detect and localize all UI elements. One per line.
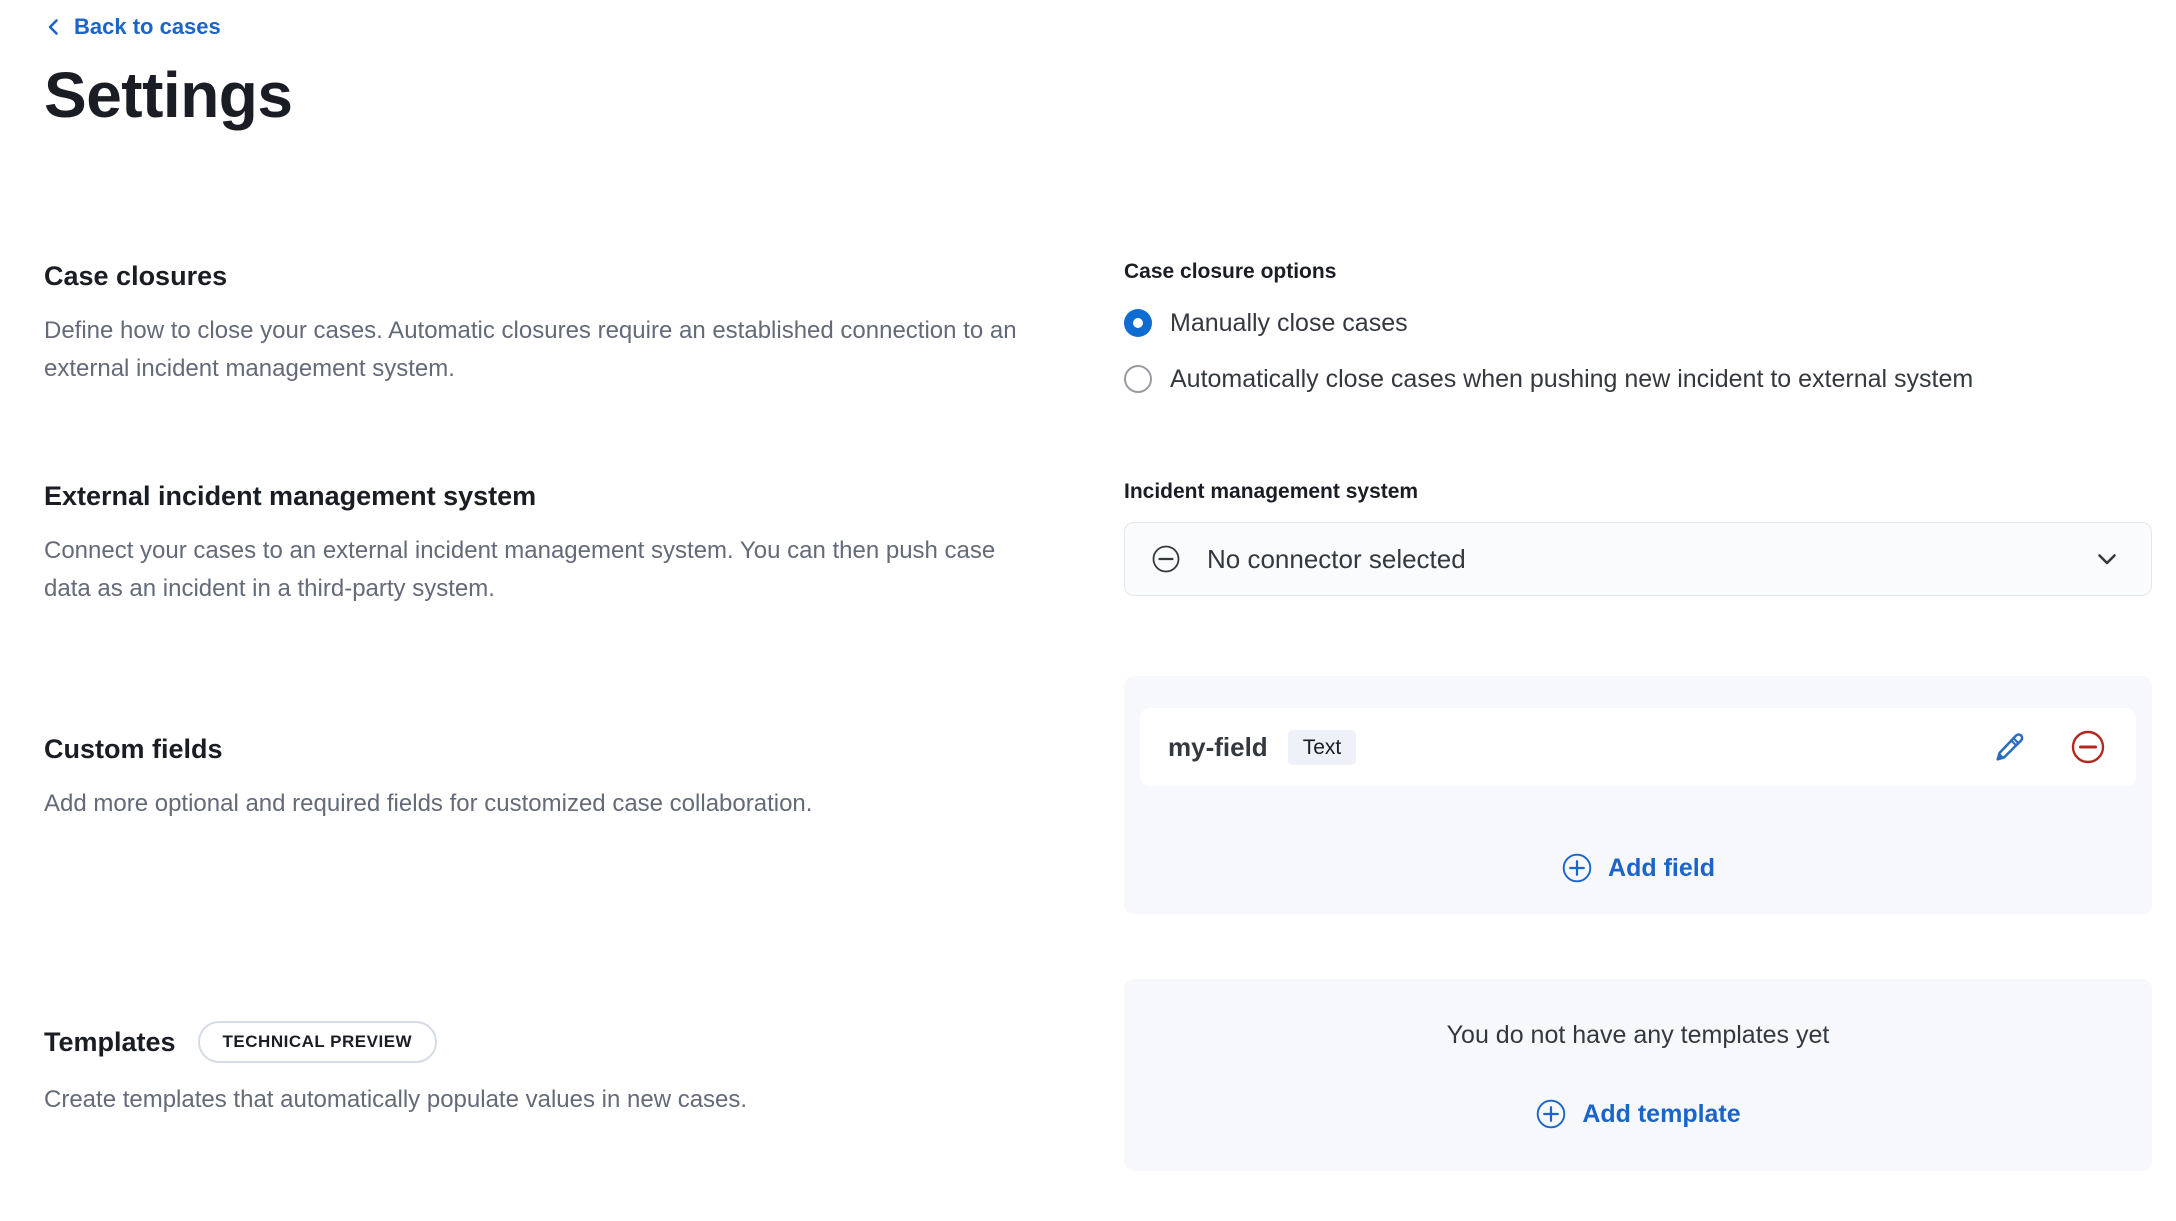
custom-fields-panel: my-field Text: [1124, 676, 2152, 914]
chevron-down-icon: [2093, 545, 2121, 573]
section-custom-fields: Custom fields Add more optional and requ…: [44, 676, 2152, 914]
case-closures-heading: Case closures: [44, 258, 1044, 294]
back-to-cases-link[interactable]: Back to cases: [44, 12, 221, 42]
custom-field-row: my-field Text: [1140, 708, 2136, 786]
templates-heading-row: Templates TECHNICAL PREVIEW: [44, 1021, 1044, 1063]
external-system-description-column: External incident management system Conn…: [44, 478, 1124, 608]
section-templates: Templates TECHNICAL PREVIEW Create templ…: [44, 979, 2152, 1171]
cases-settings-page: Back to cases Settings Case closures Def…: [0, 0, 2176, 1221]
radio-manually-close-cases[interactable]: Manually close cases: [1124, 304, 2152, 342]
connector-select[interactable]: No connector selected: [1124, 522, 2152, 596]
templates-heading: Templates: [44, 1024, 176, 1060]
case-closure-options-group: Case closure options Manually close case…: [1124, 258, 2152, 398]
external-system-heading: External incident management system: [44, 478, 1044, 514]
radio-label: Automatically close cases when pushing n…: [1170, 362, 1973, 396]
connector-select-value: No connector selected: [1207, 544, 1466, 575]
case-closures-description: Define how to close your cases. Automati…: [44, 312, 1044, 388]
radio-label: Manually close cases: [1170, 306, 1408, 340]
minus-in-circle-icon: [1151, 544, 1181, 574]
incident-system-field: Incident management system No connector …: [1124, 478, 2152, 596]
add-field-button[interactable]: Add field: [1555, 850, 1721, 886]
radio-automatically-close-cases[interactable]: Automatically close cases when pushing n…: [1124, 360, 2152, 398]
external-system-description: Connect your cases to an external incide…: [44, 532, 1044, 608]
radio-selected-icon[interactable]: [1124, 309, 1152, 337]
custom-fields-description-column: Custom fields Add more optional and requ…: [44, 676, 1124, 823]
custom-fields-description: Add more optional and required fields fo…: [44, 785, 1044, 823]
section-case-closures: Case closures Define how to close your c…: [44, 258, 2152, 398]
add-field-label: Add field: [1608, 851, 1715, 885]
add-template-button[interactable]: Add template: [1529, 1096, 1746, 1132]
templates-panel: You do not have any templates yet Add te…: [1124, 979, 2152, 1171]
pencil-icon: [1994, 731, 2026, 763]
delete-field-button[interactable]: [2070, 729, 2106, 765]
templates-description-column: Templates TECHNICAL PREVIEW Create templ…: [44, 979, 1124, 1119]
section-external-incident-system: External incident management system Conn…: [44, 478, 2152, 608]
back-link-label: Back to cases: [74, 12, 221, 42]
page-title: Settings: [44, 58, 2152, 132]
plus-in-circle-icon: [1561, 852, 1593, 884]
minus-in-circle-icon: [2070, 729, 2106, 765]
custom-field-actions: [1994, 729, 2106, 765]
plus-in-circle-icon: [1535, 1098, 1567, 1130]
radio-unselected-icon[interactable]: [1124, 365, 1152, 393]
technical-preview-badge: TECHNICAL PREVIEW: [198, 1021, 438, 1063]
add-field-row: Add field: [1140, 850, 2136, 886]
custom-field-name: my-field: [1168, 732, 1268, 763]
custom-fields-heading: Custom fields: [44, 731, 1044, 767]
case-closure-options-label: Case closure options: [1124, 258, 2152, 286]
templates-empty-message: You do not have any templates yet: [1447, 1018, 1830, 1052]
chevron-left-icon: [44, 17, 64, 37]
case-closures-description-column: Case closures Define how to close your c…: [44, 258, 1124, 388]
add-template-label: Add template: [1582, 1097, 1740, 1131]
edit-field-button[interactable]: [1994, 731, 2026, 763]
custom-field-type-badge: Text: [1288, 730, 1357, 765]
templates-description: Create templates that automatically popu…: [44, 1081, 1044, 1119]
incident-system-label: Incident management system: [1124, 478, 2152, 506]
settings-form: Case closures Define how to close your c…: [44, 258, 2152, 1171]
